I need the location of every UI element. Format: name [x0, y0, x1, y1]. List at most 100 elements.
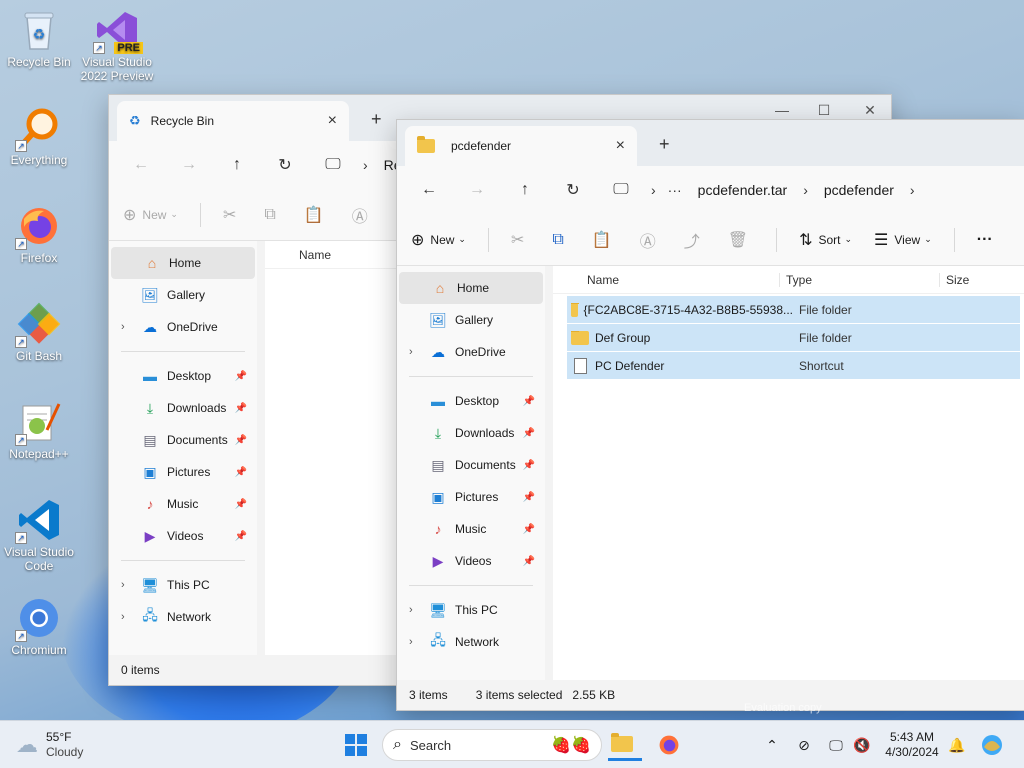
pin-icon[interactable]: 📌 [523, 460, 535, 471]
sidebar-item-music[interactable]: ♪ Music 📌 [109, 488, 257, 520]
new-tab-plus-icon[interactable]: + [371, 109, 382, 130]
close-tab-icon[interactable]: × [616, 137, 625, 155]
display-icon[interactable]: 🖵 [824, 729, 848, 761]
monitor-icon[interactable]: 🖵 [309, 156, 357, 174]
forward-arrow-icon[interactable]: → [165, 156, 213, 174]
sidebar-item-downloads[interactable]: ⤓ Downloads 📌 [397, 417, 545, 449]
notification-bell-icon[interactable]: 🔔 [946, 729, 968, 761]
rename-icon[interactable]: Ⓐ [352, 203, 374, 227]
forward-arrow-icon[interactable]: → [453, 181, 501, 199]
sidebar-item-gallery[interactable]: 🖼 Gallery [109, 279, 257, 311]
firefox-taskbar-button[interactable] [652, 729, 686, 761]
expand-chevron-icon[interactable]: › [409, 346, 413, 358]
expand-chevron-icon[interactable]: › [409, 604, 413, 616]
more-options-button[interactable]: ··· [977, 231, 999, 249]
sidebar-item-home[interactable]: ⌂ Home [399, 272, 543, 304]
sidebar-item-desktop[interactable]: ▬ Desktop 📌 [109, 360, 257, 392]
pcdefender-window[interactable]: pcdefender × + ← → ↑ ↻ 🖵 › ··· pcdefende… [396, 119, 1024, 711]
up-arrow-icon[interactable]: ↑ [501, 181, 549, 199]
new-button[interactable]: ⊕ New ⌄ [123, 205, 178, 225]
rename-icon[interactable]: Ⓐ [640, 228, 662, 252]
volume-muted-icon[interactable]: 🔇 [850, 729, 874, 761]
sidebar-item-this-pc[interactable]: › 🖥 This PC [109, 569, 257, 601]
desktop-icon-visual-studio[interactable]: PRE ↗ Visual Studio 2022 Preview [78, 8, 156, 83]
sidebar-item-downloads[interactable]: ⤓ Downloads 📌 [109, 392, 257, 424]
view-button[interactable]: ☰ View ⌄ [874, 230, 932, 250]
sidebar-item-videos[interactable]: ▶ Videos 📌 [397, 545, 545, 577]
sidebar-item-music[interactable]: ♪ Music 📌 [397, 513, 545, 545]
delete-icon[interactable]: 🗑 [728, 230, 754, 250]
expand-chevron-icon[interactable]: › [121, 321, 125, 333]
sidebar-item-onedrive[interactable]: › ☁ OneDrive [109, 311, 257, 343]
up-arrow-icon[interactable]: ↑ [213, 156, 261, 174]
sidebar-item-desktop[interactable]: ▬ Desktop 📌 [397, 385, 545, 417]
file-explorer-taskbar-button[interactable] [608, 729, 642, 761]
breadcrumb-segment[interactable]: pcdefender.tar [698, 182, 788, 198]
new-button[interactable]: ⊕ New ⌄ [411, 230, 466, 250]
pin-icon[interactable]: 📌 [235, 435, 247, 446]
back-arrow-icon[interactable]: ← [405, 181, 453, 199]
pcdefender-tab[interactable]: pcdefender × [405, 126, 637, 166]
desktop-icon-chromium[interactable]: ↗ Chromium [0, 596, 78, 657]
network-offline-icon[interactable]: ⊘ [792, 729, 816, 761]
copy-icon[interactable]: ⧉ [264, 206, 281, 224]
pin-icon[interactable]: 📌 [235, 371, 247, 382]
paste-icon[interactable]: 📋 [304, 205, 330, 225]
column-header-type[interactable]: Type [779, 272, 939, 287]
monitor-icon[interactable]: 🖵 [597, 181, 645, 199]
close-tab-icon[interactable]: × [328, 112, 337, 130]
desktop-icon-vscode[interactable]: ↗ Visual Studio Code [0, 498, 78, 573]
sidebar-item-onedrive[interactable]: › ☁ OneDrive [397, 336, 545, 368]
pin-icon[interactable]: 📌 [235, 499, 247, 510]
pcdefender-file-list[interactable]: Name Type Size {FC2ABC8E-3715-4A32-B8B5-… [553, 266, 1024, 680]
cut-icon[interactable]: ✂ [511, 230, 530, 250]
pin-icon[interactable]: 📌 [235, 467, 247, 478]
pin-icon[interactable]: 📌 [523, 492, 535, 503]
sidebar-item-home[interactable]: ⌂ Home [111, 247, 255, 279]
pin-icon[interactable]: 📌 [235, 531, 247, 542]
new-tab-plus-icon[interactable]: + [659, 134, 670, 155]
desktop-icon-firefox[interactable]: ↗ Firefox [0, 204, 78, 265]
refresh-icon[interactable]: ↻ [549, 180, 597, 200]
sort-button[interactable]: ⇅ Sort ⌄ [799, 230, 852, 250]
pin-icon[interactable]: 📌 [523, 556, 535, 567]
cut-icon[interactable]: ✂ [223, 205, 242, 225]
expand-chevron-icon[interactable]: › [121, 611, 125, 623]
pin-icon[interactable]: 📌 [523, 396, 535, 407]
sidebar-item-pictures[interactable]: ▣ Pictures 📌 [109, 456, 257, 488]
clock[interactable]: 5:43 AM 4/30/2024 [880, 729, 944, 761]
start-button[interactable] [340, 729, 372, 761]
pin-icon[interactable]: 📌 [235, 403, 247, 414]
desktop-icon-notepad-plus-plus[interactable]: ↗ Notepad++ [0, 400, 78, 461]
copilot-button[interactable] [978, 729, 1006, 761]
column-header-name[interactable]: Name [553, 273, 779, 287]
weather-widget[interactable]: ☁ 55°F Cloudy [16, 729, 136, 761]
column-header-size[interactable]: Size [939, 272, 969, 287]
recycle-bin-tab[interactable]: ♻ Recycle Bin × [117, 101, 349, 141]
sidebar-item-pictures[interactable]: ▣ Pictures 📌 [397, 481, 545, 513]
taskbar-search[interactable]: ⌕ Search 🍓🍓 [382, 729, 602, 761]
sidebar-item-this-pc[interactable]: › 🖥 This PC [397, 594, 545, 626]
expand-chevron-icon[interactable]: › [409, 636, 413, 648]
desktop-icon-git-bash[interactable]: ↗ Git Bash [0, 302, 78, 363]
more-ellipsis-icon[interactable]: ··· [668, 182, 682, 198]
pin-icon[interactable]: 📌 [523, 524, 535, 535]
pin-icon[interactable]: 📌 [523, 428, 535, 439]
refresh-icon[interactable]: ↻ [261, 155, 309, 175]
desktop-icon-everything[interactable]: ↗ Everything [0, 106, 78, 167]
file-row[interactable]: Def Group File folder [567, 324, 1020, 352]
file-row[interactable]: PC Defender Shortcut [567, 352, 1020, 380]
sidebar-item-gallery[interactable]: 🖼 Gallery [397, 304, 545, 336]
breadcrumb-segment[interactable]: pcdefender [824, 182, 894, 198]
back-arrow-icon[interactable]: ← [117, 156, 165, 174]
sidebar-item-documents[interactable]: ▤ Documents 📌 [109, 424, 257, 456]
sidebar-item-videos[interactable]: ▶ Videos 📌 [109, 520, 257, 552]
file-row[interactable]: {FC2ABC8E-3715-4A32-B8B5-55938... File f… [567, 296, 1020, 324]
sidebar-item-documents[interactable]: ▤ Documents 📌 [397, 449, 545, 481]
copy-icon[interactable]: ⧉ [552, 231, 569, 249]
paste-icon[interactable]: 📋 [592, 230, 618, 250]
sidebar-item-network[interactable]: › 🖧 Network [109, 601, 257, 633]
desktop-icon-recycle-bin[interactable]: ♻ Recycle Bin [0, 8, 78, 69]
sidebar-item-network[interactable]: › 🖧 Network [397, 626, 545, 658]
expand-chevron-icon[interactable]: › [121, 579, 125, 591]
